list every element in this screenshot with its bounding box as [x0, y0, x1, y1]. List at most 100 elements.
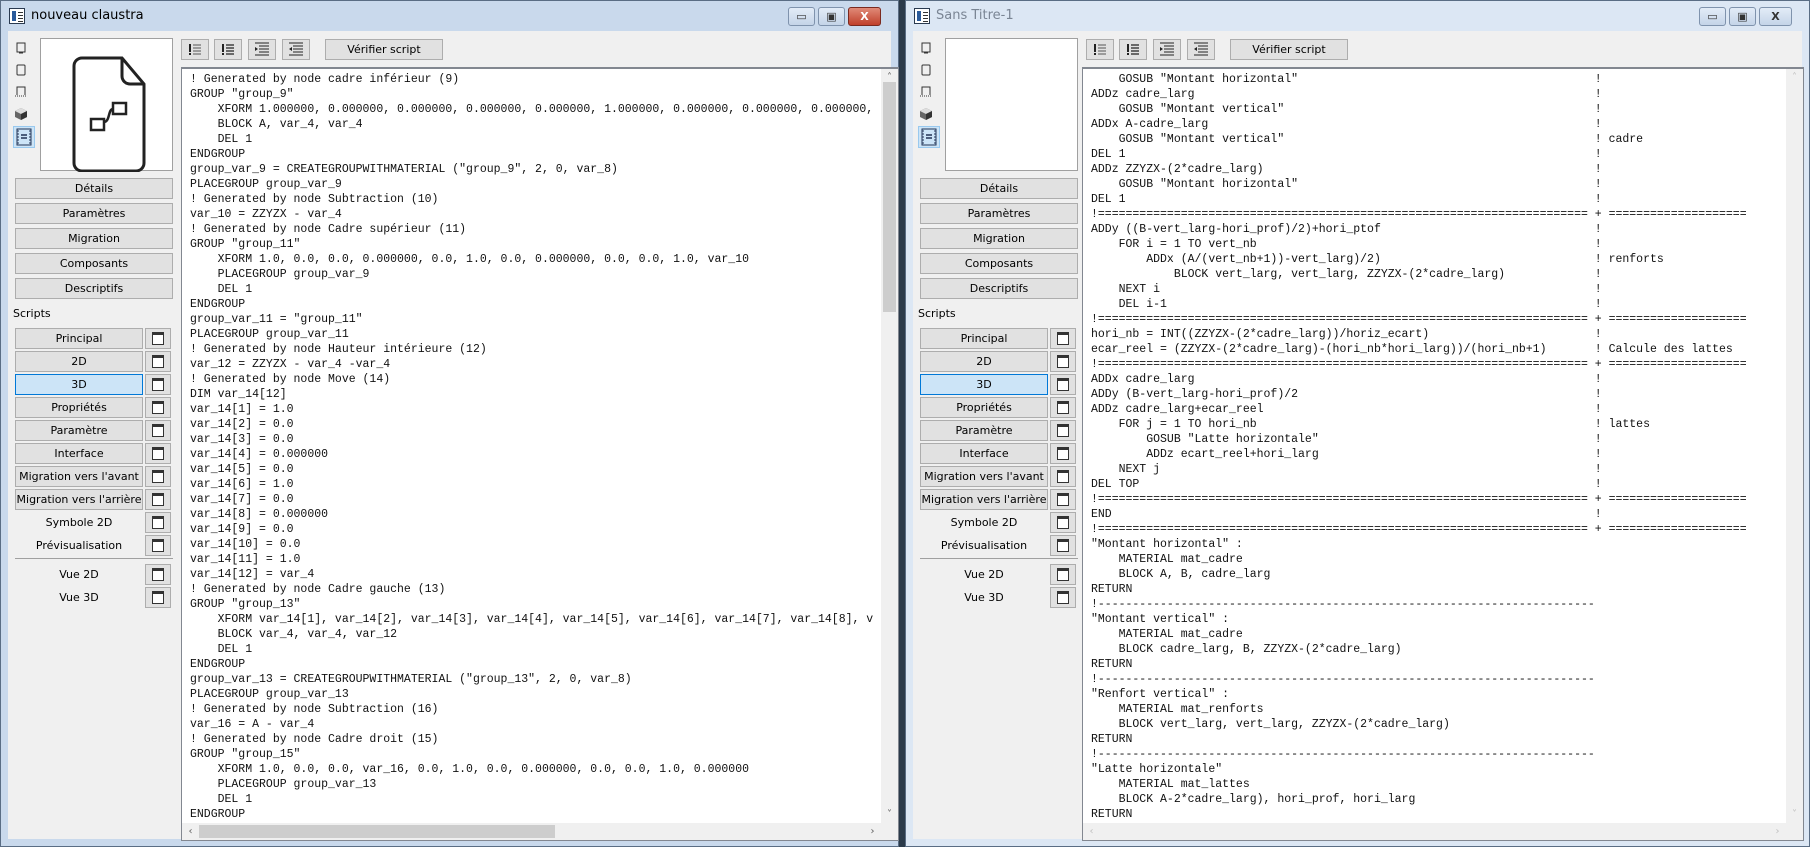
scroll-down-arrow[interactable]: ˅ — [1786, 806, 1803, 823]
indent-button[interactable] — [248, 39, 276, 60]
scroll-left-arrow[interactable]: ‹ — [182, 823, 199, 840]
script-button-2[interactable]: 3D — [920, 374, 1048, 395]
view-button-0[interactable]: Vue 2D — [15, 564, 143, 585]
open-script-window-button[interactable] — [145, 466, 171, 487]
scroll-left-arrow[interactable]: ‹ — [1083, 823, 1100, 840]
script-editor[interactable]: GOSUB "Montant horizontal"! ADDz cadre_la… — [1082, 67, 1804, 841]
section-button-0[interactable]: Détails — [920, 178, 1078, 199]
scroll-up-arrow[interactable]: ˄ — [1786, 69, 1803, 86]
section-button-1[interactable]: Paramètres — [920, 203, 1078, 224]
script-button-4[interactable]: Paramètre — [920, 420, 1048, 441]
script-button-9[interactable]: Prévisualisation — [15, 535, 143, 556]
script-button-4[interactable]: Paramètre — [15, 420, 143, 441]
open-view-window-button[interactable] — [1050, 564, 1076, 585]
code-lines[interactable]: ! Generated by node cadre inférieur (9) G… — [190, 72, 881, 823]
open-view-window-button[interactable] — [1050, 587, 1076, 608]
maximize-button[interactable]: ▣ — [1729, 7, 1756, 26]
script-button-0[interactable]: Principal — [920, 328, 1048, 349]
open-script-window-button[interactable] — [145, 489, 171, 510]
section-button-3[interactable]: Composants — [920, 253, 1078, 274]
maximize-button[interactable]: ▣ — [818, 7, 845, 26]
script-button-3[interactable]: Propriétés — [15, 397, 143, 418]
code-lines[interactable]: GOSUB "Montant horizontal"! ADDz cadre_la… — [1091, 72, 1786, 823]
outdent-button[interactable] — [282, 39, 310, 60]
open-script-window-button[interactable] — [145, 443, 171, 464]
open-script-window-button[interactable] — [145, 351, 171, 372]
open-script-window-button[interactable] — [1050, 420, 1076, 441]
script-button-6[interactable]: Migration vers l'avant — [920, 466, 1048, 487]
script-button-6[interactable]: Migration vers l'avant — [15, 466, 143, 487]
comment-button[interactable] — [1086, 39, 1114, 60]
script-button-7[interactable]: Migration vers l'arrière — [920, 489, 1048, 510]
2d-view-icon[interactable] — [919, 40, 933, 54]
floor-plan-icon[interactable] — [14, 84, 28, 98]
open-script-window-button[interactable] — [1050, 443, 1076, 464]
open-script-window-button[interactable] — [145, 512, 171, 533]
floor-plan-icon[interactable] — [919, 84, 933, 98]
open-view-window-button[interactable] — [145, 564, 171, 585]
script-button-1[interactable]: 2D — [15, 351, 143, 372]
scroll-down-arrow[interactable]: ˅ — [881, 806, 898, 823]
script-button-2[interactable]: 3D — [15, 374, 143, 395]
view-button-1[interactable]: Vue 3D — [920, 587, 1048, 608]
outdent-button[interactable] — [1187, 39, 1215, 60]
scroll-right-arrow[interactable]: › — [1769, 823, 1786, 840]
check-script-button[interactable]: Vérifier script — [325, 39, 443, 60]
2d-view-icon[interactable] — [14, 40, 28, 54]
script-editor[interactable]: ! Generated by node cadre inférieur (9) G… — [181, 67, 899, 841]
script-button-7[interactable]: Migration vers l'arrière — [15, 489, 143, 510]
vertical-scroll-thumb[interactable] — [883, 82, 896, 312]
uncomment-button[interactable] — [214, 39, 242, 60]
indent-button[interactable] — [1153, 39, 1181, 60]
vertical-scrollbar[interactable]: ˄ ˅ — [1786, 69, 1803, 823]
open-script-window-button[interactable] — [145, 397, 171, 418]
script-button-5[interactable]: Interface — [15, 443, 143, 464]
open-script-window-button[interactable] — [1050, 512, 1076, 533]
script-editor-icon[interactable] — [918, 126, 940, 148]
view-button-1[interactable]: Vue 3D — [15, 587, 143, 608]
open-script-window-button[interactable] — [1050, 374, 1076, 395]
open-view-window-button[interactable] — [145, 587, 171, 608]
horizontal-scrollbar[interactable]: ‹ › — [1083, 823, 1803, 840]
open-script-window-button[interactable] — [1050, 328, 1076, 349]
script-button-8[interactable]: Symbole 2D — [15, 512, 143, 533]
script-button-8[interactable]: Symbole 2D — [920, 512, 1048, 533]
close-button[interactable]: X — [848, 7, 881, 26]
script-button-9[interactable]: Prévisualisation — [920, 535, 1048, 556]
horizontal-scrollbar[interactable]: ‹ › — [182, 823, 898, 840]
open-script-window-button[interactable] — [145, 328, 171, 349]
close-button[interactable]: X — [1759, 7, 1792, 26]
open-script-window-button[interactable] — [1050, 466, 1076, 487]
view-button-0[interactable]: Vue 2D — [920, 564, 1048, 585]
script-button-0[interactable]: Principal — [15, 328, 143, 349]
comment-button[interactable] — [181, 39, 209, 60]
horizontal-scroll-thumb[interactable] — [199, 825, 555, 838]
script-editor-icon[interactable] — [13, 126, 35, 148]
vertical-scrollbar[interactable]: ˄ ˅ — [881, 69, 898, 823]
section-button-3[interactable]: Composants — [15, 253, 173, 274]
minimize-button[interactable]: ▭ — [788, 7, 815, 26]
3d-object-icon[interactable] — [14, 106, 28, 120]
scroll-right-arrow[interactable]: › — [864, 823, 881, 840]
3d-frame-icon[interactable] — [919, 62, 933, 76]
uncomment-button[interactable] — [1119, 39, 1147, 60]
script-button-5[interactable]: Interface — [920, 443, 1048, 464]
open-script-window-button[interactable] — [1050, 397, 1076, 418]
open-script-window-button[interactable] — [1050, 489, 1076, 510]
script-button-3[interactable]: Propriétés — [920, 397, 1048, 418]
open-script-window-button[interactable] — [145, 374, 171, 395]
open-script-window-button[interactable] — [145, 535, 171, 556]
open-script-window-button[interactable] — [1050, 535, 1076, 556]
minimize-button[interactable]: ▭ — [1699, 7, 1726, 26]
section-button-0[interactable]: Détails — [15, 178, 173, 199]
section-button-4[interactable]: Descriptifs — [15, 278, 173, 299]
section-button-2[interactable]: Migration — [920, 228, 1078, 249]
check-script-button[interactable]: Vérifier script — [1230, 39, 1348, 60]
script-button-1[interactable]: 2D — [920, 351, 1048, 372]
open-script-window-button[interactable] — [145, 420, 171, 441]
section-button-1[interactable]: Paramètres — [15, 203, 173, 224]
3d-object-icon[interactable] — [919, 106, 933, 120]
open-script-window-button[interactable] — [1050, 351, 1076, 372]
section-button-4[interactable]: Descriptifs — [920, 278, 1078, 299]
3d-frame-icon[interactable] — [14, 62, 28, 76]
